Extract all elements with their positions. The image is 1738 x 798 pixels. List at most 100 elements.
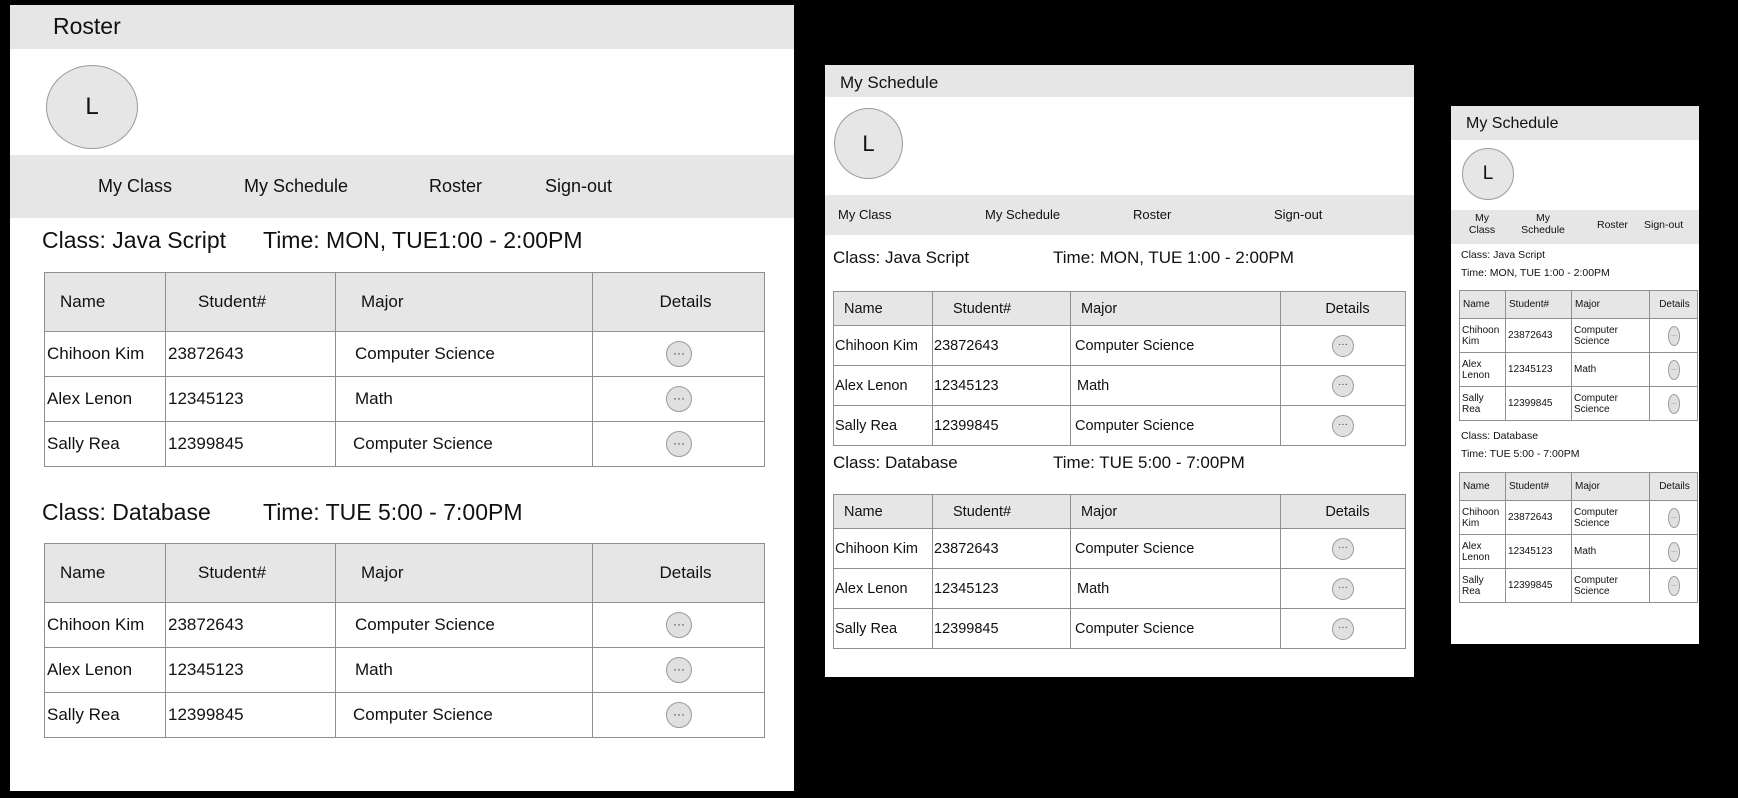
table-row: Sally Rea 12399845 Computer Science ··· <box>44 692 765 738</box>
table-row: Alex Lenon 12345123 Math ··· <box>1459 534 1698 569</box>
nav-roster[interactable]: Roster <box>1597 219 1628 231</box>
nav-bar: My Class My Schedule Roster Sign-out <box>10 155 794 218</box>
nav-my-schedule[interactable]: My Schedule <box>244 176 348 197</box>
class-time: Time: TUE 5:00 - 7:00PM <box>263 499 523 525</box>
cell-student: 12399845 <box>165 421 336 467</box>
cell-student: 12345123 <box>1505 534 1572 569</box>
more-dots-icon[interactable]: ··· <box>1332 334 1354 357</box>
cell-name: Alex Lenon <box>1459 534 1506 569</box>
cell-major: Math <box>335 376 593 422</box>
nav-my-class[interactable]: My Class <box>98 176 172 197</box>
cell-name: Alex Lenon <box>833 365 933 406</box>
cell-details: ··· <box>592 376 765 422</box>
col-student: Student# <box>932 291 1071 326</box>
nav-my-class[interactable]: My Class <box>838 207 891 223</box>
cell-major: Computer Science <box>1070 325 1281 366</box>
more-dots-icon[interactable]: ··· <box>1332 414 1354 437</box>
table-header-row: Name Student# Major Details <box>833 494 1406 529</box>
col-major: Major <box>335 543 593 603</box>
cell-name: Sally Rea <box>1459 568 1506 603</box>
table-header-row: Name Student# Major Details <box>1459 290 1698 319</box>
cell-major: Math <box>1571 352 1650 387</box>
more-dots-icon[interactable]: ··· <box>1668 507 1680 528</box>
col-details: Details <box>1280 494 1406 529</box>
page-title: My Schedule <box>840 73 939 92</box>
more-dots-icon[interactable]: ··· <box>1668 325 1680 346</box>
more-dots-icon[interactable]: ··· <box>1668 541 1680 562</box>
col-name: Name <box>1459 290 1506 319</box>
title-bar: Roster <box>10 5 794 49</box>
col-details: Details <box>592 543 765 603</box>
table-header-row: Name Student# Major Details <box>1459 472 1698 501</box>
cell-name: Chihoon Kim <box>44 602 166 648</box>
more-dots-icon[interactable]: ··· <box>1668 359 1680 380</box>
more-dots-icon[interactable]: ··· <box>666 386 692 412</box>
schedule-table: Name Student# Major Details Chihoon Kim … <box>833 494 1406 649</box>
nav-roster[interactable]: Roster <box>429 176 482 197</box>
cell-student: 12345123 <box>932 568 1071 609</box>
cell-details: ··· <box>1280 325 1406 366</box>
more-dots-icon[interactable]: ··· <box>666 702 692 728</box>
avatar[interactable]: L <box>46 65 138 149</box>
cell-student: 12399845 <box>932 405 1071 446</box>
more-dots-icon[interactable]: ··· <box>1332 374 1354 397</box>
class-title: Class: Java Script <box>833 248 970 267</box>
cell-details: ··· <box>1649 568 1698 603</box>
more-dots-icon[interactable]: ··· <box>666 431 692 457</box>
cell-details: ··· <box>1649 386 1698 421</box>
table-row: Alex Lenon 12345123 Math ··· <box>44 376 765 422</box>
nav-my-schedule[interactable]: My Schedule <box>985 207 1060 223</box>
cell-details: ··· <box>1280 608 1406 649</box>
col-student: Student# <box>932 494 1071 529</box>
more-dots-icon[interactable]: ··· <box>1332 617 1354 640</box>
class-title: Class: Java Script <box>42 227 227 253</box>
cell-details: ··· <box>592 692 765 738</box>
cell-major: Computer Science <box>335 602 593 648</box>
more-dots-icon[interactable]: ··· <box>1668 575 1680 596</box>
nav-sign-out[interactable]: Sign-out <box>1644 219 1683 231</box>
nav-sign-out[interactable]: Sign-out <box>545 176 612 197</box>
schedule-table: Name Student# Major Details Chihoon Kim … <box>1459 472 1698 603</box>
more-dots-icon[interactable]: ··· <box>1332 537 1354 560</box>
class-title: Class: Database <box>42 499 211 525</box>
cell-details: ··· <box>592 421 765 467</box>
cell-major: Computer Science <box>1571 500 1650 535</box>
avatar[interactable]: L <box>1462 148 1514 200</box>
nav-my-schedule[interactable]: My Schedule <box>1519 212 1567 236</box>
nav-sign-out[interactable]: Sign-out <box>1274 207 1322 223</box>
more-dots-icon[interactable]: ··· <box>666 341 692 367</box>
cell-details: ··· <box>592 331 765 377</box>
cell-major: Computer Science <box>1070 608 1281 649</box>
cell-student: 23872643 <box>932 325 1071 366</box>
cell-details: ··· <box>1280 365 1406 406</box>
cell-name: Alex Lenon <box>833 568 933 609</box>
more-dots-icon[interactable]: ··· <box>1332 577 1354 600</box>
col-details: Details <box>592 272 765 332</box>
col-name: Name <box>833 494 933 529</box>
cell-major: Math <box>1070 365 1281 406</box>
col-name: Name <box>833 291 933 326</box>
cell-major: Computer Science <box>335 331 593 377</box>
nav-roster[interactable]: Roster <box>1133 207 1171 223</box>
cell-name: Sally Rea <box>833 405 933 446</box>
cell-major: Math <box>1571 534 1650 569</box>
cell-details: ··· <box>1649 352 1698 387</box>
cell-details: ··· <box>1280 568 1406 609</box>
nav-my-class[interactable]: My Class <box>1465 212 1499 236</box>
table-row: Alex Lenon 12345123 Math ··· <box>44 647 765 693</box>
class-title: Class: Database <box>1461 430 1539 442</box>
more-dots-icon[interactable]: ··· <box>1668 393 1680 414</box>
col-major: Major <box>1070 291 1281 326</box>
table-row: Sally Rea 12399845 Computer Science ··· <box>1459 568 1698 603</box>
col-major: Major <box>335 272 593 332</box>
more-dots-icon[interactable]: ··· <box>666 612 692 638</box>
cell-student: 23872643 <box>165 602 336 648</box>
cell-major: Computer Science <box>335 421 593 467</box>
more-dots-icon[interactable]: ··· <box>666 657 692 683</box>
cell-major: Math <box>1070 568 1281 609</box>
avatar[interactable]: L <box>834 108 903 179</box>
cell-name: Sally Rea <box>44 421 166 467</box>
cell-student: 12345123 <box>932 365 1071 406</box>
table-header-row: Name Student# Major Details <box>833 291 1406 326</box>
cell-name: Chihoon Kim <box>833 528 933 569</box>
